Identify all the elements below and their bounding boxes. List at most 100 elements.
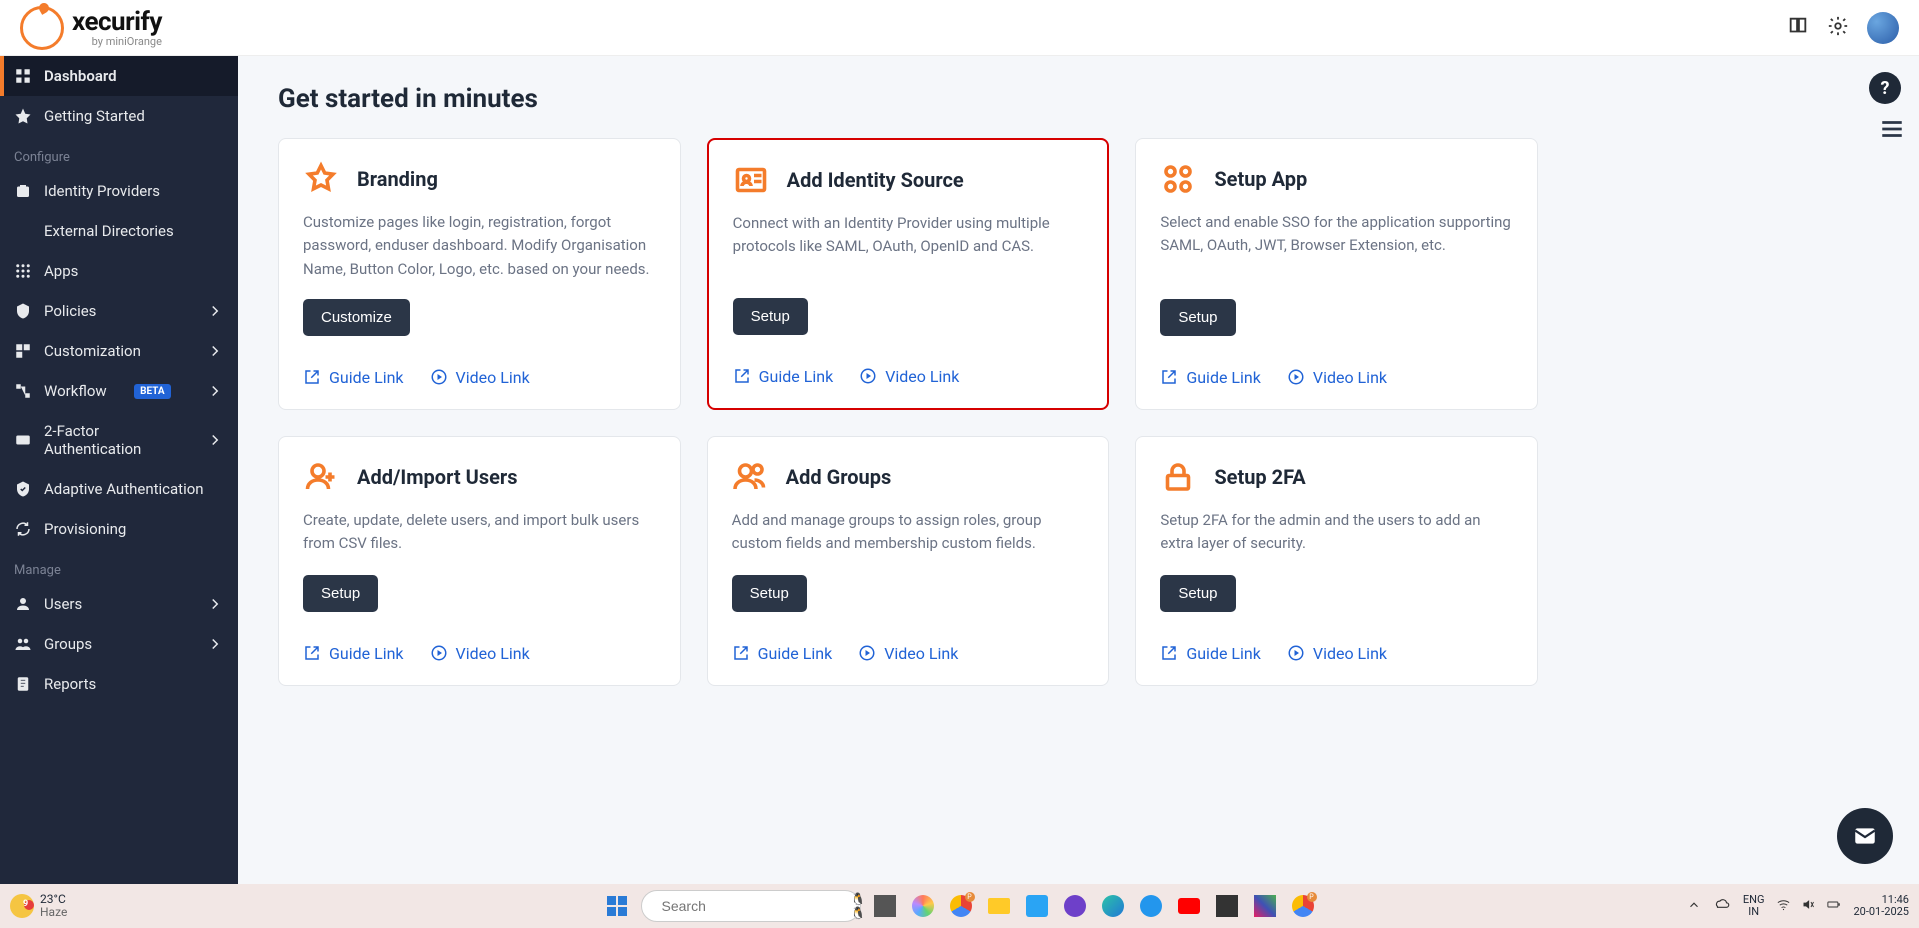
taskbar-app-notes[interactable] [1211,890,1243,922]
sidebar-item-reports[interactable]: Reports [0,664,238,704]
taskbar-search-input[interactable] [662,898,843,914]
taskbar-app-copilot[interactable] [907,890,939,922]
wifi-icon[interactable] [1776,897,1791,915]
chevron-right-icon [206,382,224,400]
card-description: Customize pages like login, registration… [303,211,656,281]
card-title: Setup 2FA [1214,465,1305,489]
taskbar-app-chrome[interactable]: P [945,890,977,922]
sidebar: Dashboard Getting Started Configure Iden… [0,56,238,884]
weather-cond: Haze [40,906,67,919]
chevron-right-icon [206,302,224,320]
taskbar-app-edge[interactable] [1097,890,1129,922]
guide-link[interactable]: Guide Link [733,367,834,386]
card-action-button[interactable]: Setup [732,575,807,612]
card-add-groups: Add Groups Add and manage groups to assi… [707,436,1110,686]
sidebar-item-workflow[interactable]: Workflow BETA [0,371,238,411]
taskbar-app-youtube[interactable] [1173,890,1205,922]
sidebar-section-configure: Configure [0,136,238,171]
weather-icon [10,894,34,918]
card-description: Setup 2FA for the admin and the users to… [1160,509,1513,556]
chevron-right-icon [206,431,224,449]
star-icon [303,161,339,197]
page-title: Get started in minutes [278,84,1879,114]
mail-fab[interactable] [1837,808,1893,864]
guide-link[interactable]: Guide Link [1160,644,1261,663]
card-title: Add/Import Users [357,465,518,489]
taskbar-app-vscode[interactable] [1021,890,1053,922]
gear-icon[interactable] [1827,15,1849,41]
card-title: Setup App [1214,167,1307,191]
guide-link[interactable]: Guide Link [303,368,404,387]
sidebar-section-manage: Manage [0,549,238,584]
main-content: Get started in minutes Branding Customiz… [238,56,1919,884]
brand-logo[interactable]: xecurify by miniOrange [20,6,162,50]
video-link[interactable]: Video Link [1287,368,1387,387]
card-action-button[interactable]: Setup [1160,575,1235,612]
sidebar-item-2fa[interactable]: 2-Factor Authentication [0,411,238,469]
card-description: Add and manage groups to assign roles, g… [732,509,1085,556]
battery-icon[interactable] [1826,897,1841,915]
taskbar-app-chrome2[interactable]: P [1287,890,1319,922]
lock-icon [1160,459,1196,495]
taskbar-app-explorer[interactable] [983,890,1015,922]
taskbar-search[interactable]: 🐧🐧 [641,890,861,922]
taskbar: 9 23°C Haze 🐧🐧 P P [0,884,1919,928]
tray-onedrive-icon[interactable] [1713,896,1731,917]
guide-link[interactable]: Guide Link [1160,368,1261,387]
sidebar-item-adaptive-auth[interactable]: Adaptive Authentication [0,469,238,509]
logo-icon [20,6,64,50]
video-link[interactable]: Video Link [858,644,958,663]
card-action-button[interactable]: Setup [303,575,378,612]
chevron-right-icon [206,595,224,613]
card-add-import-users: Add/Import Users Create, update, delete … [278,436,681,686]
idcard-icon [733,162,769,198]
taskbar-app-paint[interactable] [1249,890,1281,922]
video-link[interactable]: Video Link [859,367,959,386]
chevron-right-icon [206,342,224,360]
sidebar-item-customization[interactable]: Customization [0,331,238,371]
avatar[interactable] [1867,12,1899,44]
video-link[interactable]: Video Link [1287,644,1387,663]
video-link[interactable]: Video Link [430,368,530,387]
card-title: Branding [357,167,438,191]
menu-button[interactable] [1879,116,1905,146]
guide-link[interactable]: Guide Link [732,644,833,663]
sidebar-item-dashboard[interactable]: Dashboard [0,56,238,96]
guide-link[interactable]: Guide Link [303,644,404,663]
brand-name: xecurify [72,7,162,37]
card-description: Connect with an Identity Provider using … [733,212,1084,259]
taskbar-weather[interactable]: 9 23°C Haze [10,893,67,919]
card-action-button[interactable]: Customize [303,299,410,336]
start-button[interactable] [601,890,633,922]
book-icon[interactable] [1787,15,1809,41]
card-setup-app: Setup App Select and enable SSO for the … [1135,138,1538,410]
useradd-icon [303,459,339,495]
volume-icon[interactable] [1801,897,1816,915]
sidebar-item-identity-providers[interactable]: Identity Providers [0,171,238,211]
search-decoration-icon: 🐧🐧 [851,892,866,920]
sidebar-item-groups[interactable]: Groups [0,624,238,664]
taskbar-clock[interactable]: 11:46 20-01-2025 [1853,894,1909,918]
taskbar-language[interactable]: ENG IN [1743,894,1765,918]
card-action-button[interactable]: Setup [733,298,808,335]
tray-chevron-icon[interactable] [1687,898,1701,915]
card-action-button[interactable]: Setup [1160,299,1235,336]
help-button[interactable]: ? [1869,72,1901,104]
sidebar-item-policies[interactable]: Policies [0,291,238,331]
sidebar-item-external-directories[interactable]: External Directories [0,211,238,251]
sidebar-item-provisioning[interactable]: Provisioning [0,509,238,549]
sidebar-label: Getting Started [44,107,145,125]
taskbar-app-taskview[interactable] [869,890,901,922]
sidebar-item-users[interactable]: Users [0,584,238,624]
sidebar-item-apps[interactable]: Apps [0,251,238,291]
card-description: Select and enable SSO for the applicatio… [1160,211,1513,258]
card-setup-2fa: Setup 2FA Setup 2FA for the admin and th… [1135,436,1538,686]
card-description: Create, update, delete users, and import… [303,509,656,556]
taskbar-app-docker[interactable] [1135,890,1167,922]
sidebar-item-getting-started[interactable]: Getting Started [0,96,238,136]
taskbar-app-github[interactable] [1059,890,1091,922]
video-link[interactable]: Video Link [430,644,530,663]
group-icon [732,459,768,495]
brand-byline: by miniOrange [72,35,162,48]
card-title: Add Identity Source [787,168,964,192]
